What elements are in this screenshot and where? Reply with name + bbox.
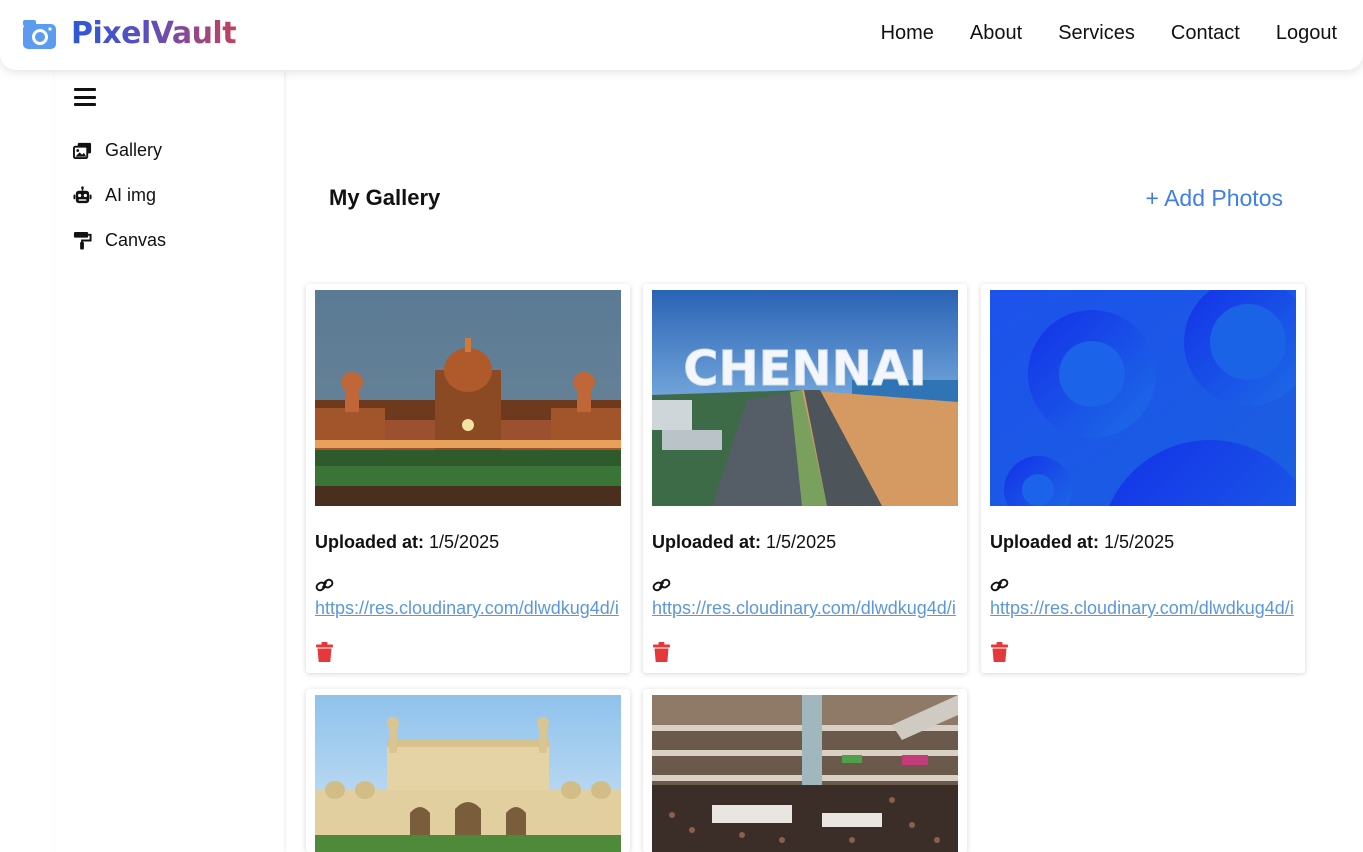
brand-name: PixelVault	[71, 14, 237, 54]
top-navbar: PixelVault Home About Services Contact L…	[0, 0, 1363, 70]
paint-roller-icon	[73, 231, 92, 250]
hamburger-icon[interactable]	[74, 88, 96, 106]
nav-logout[interactable]: Logout	[1276, 20, 1337, 46]
gallery-image-heritage[interactable]	[315, 290, 621, 506]
link-icon	[990, 578, 1009, 592]
camera-icon	[23, 20, 56, 49]
nav-contact[interactable]: Contact	[1171, 20, 1240, 46]
robot-icon	[73, 186, 92, 204]
gallery-card: Uploaded at: 1/5/2025 https://res.cloudi…	[306, 284, 630, 673]
main-nav: Home About Services Contact Logout	[845, 20, 1337, 46]
add-photos-button[interactable]: + Add Photos	[1146, 185, 1283, 212]
sidebar-item-label: Gallery	[105, 140, 163, 160]
gallery-card: CHENNAI Uploaded at: 1/5/2025 https://re…	[643, 284, 967, 673]
gallery-image-palace[interactable]	[315, 695, 621, 852]
chennai-overlay-text: CHENNAI	[683, 341, 927, 397]
brand-logo[interactable]: PixelVault	[22, 14, 237, 54]
link-icon	[315, 578, 334, 592]
gallery-card: Uploaded at: 1/5/2025 https://res.cloudi…	[981, 284, 1305, 673]
gallery-card	[306, 689, 630, 852]
sidebar-item-canvas[interactable]: Canvas	[73, 230, 166, 251]
sidebar-item-gallery[interactable]: Gallery	[73, 140, 162, 161]
image-url-link[interactable]: https://res.cloudinary.com/dlwdkug4d/i	[990, 598, 1305, 619]
nav-about[interactable]: About	[970, 20, 1022, 46]
image-url-link[interactable]: https://res.cloudinary.com/dlwdkug4d/i	[652, 598, 967, 619]
sidebar-item-label: AI img	[105, 185, 157, 205]
gallery-image-chennai[interactable]: CHENNAI	[652, 290, 958, 506]
trash-icon[interactable]	[991, 642, 1008, 663]
upload-date: Uploaded at: 1/5/2025	[652, 532, 837, 552]
trash-icon[interactable]	[653, 642, 670, 663]
page-title: My Gallery	[329, 185, 441, 210]
gallery-image-mall[interactable]	[652, 695, 958, 852]
images-icon	[73, 142, 92, 160]
upload-date: Uploaded at: 1/5/2025	[990, 532, 1175, 552]
gallery-card	[643, 689, 967, 852]
nav-services[interactable]: Services	[1058, 20, 1135, 46]
trash-icon[interactable]	[316, 642, 333, 663]
sidebar: Gallery AI img Canvas	[55, 70, 284, 852]
link-icon	[652, 578, 671, 592]
sidebar-item-label: Canvas	[105, 230, 167, 250]
image-url-link[interactable]: https://res.cloudinary.com/dlwdkug4d/i	[315, 598, 630, 619]
sidebar-item-ai-img[interactable]: AI img	[73, 185, 156, 206]
upload-date: Uploaded at: 1/5/2025	[315, 532, 500, 552]
gallery-image-abstract[interactable]	[990, 290, 1296, 506]
nav-home[interactable]: Home	[881, 20, 934, 46]
